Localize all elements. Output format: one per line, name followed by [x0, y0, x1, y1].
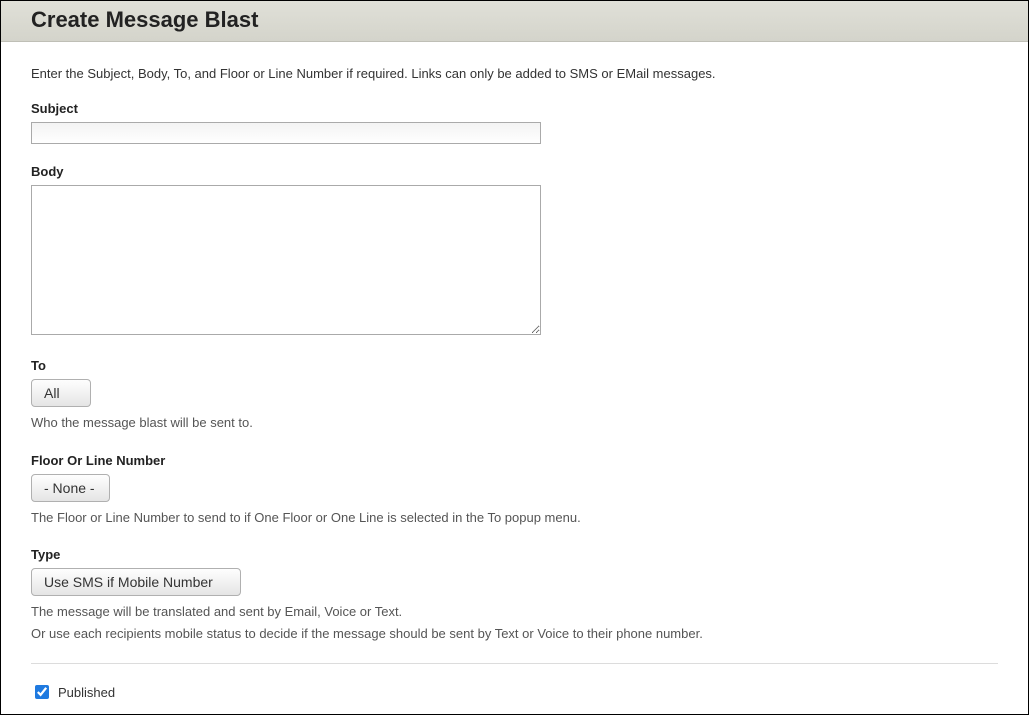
floor-select[interactable]: - None -	[31, 474, 110, 502]
type-help-text-2: Or use each recipients mobile status to …	[31, 624, 998, 644]
subject-field-group: Subject	[31, 101, 998, 144]
page-header: Create Message Blast	[1, 1, 1028, 42]
form-container: Enter the Subject, Body, To, and Floor o…	[1, 42, 1028, 715]
to-help-text: Who the message blast will be sent to.	[31, 413, 998, 433]
divider	[31, 663, 998, 664]
page-title: Create Message Blast	[31, 7, 998, 33]
floor-help-text: The Floor or Line Number to send to if O…	[31, 508, 998, 528]
floor-field-group: Floor Or Line Number - None - The Floor …	[31, 453, 998, 528]
published-checkbox[interactable]	[35, 685, 49, 699]
to-label: To	[31, 358, 998, 373]
body-field-group: Body	[31, 164, 998, 338]
subject-input[interactable]	[31, 122, 541, 144]
published-row: Published	[31, 682, 998, 702]
intro-text: Enter the Subject, Body, To, and Floor o…	[31, 66, 998, 81]
body-textarea[interactable]	[31, 185, 541, 335]
published-label[interactable]: Published	[58, 685, 115, 700]
to-select[interactable]: All	[31, 379, 91, 407]
type-field-group: Type Use SMS if Mobile Number The messag…	[31, 547, 998, 643]
to-field-group: To All Who the message blast will be sen…	[31, 358, 998, 433]
body-label: Body	[31, 164, 998, 179]
subject-label: Subject	[31, 101, 998, 116]
type-help-text-1: The message will be translated and sent …	[31, 602, 998, 622]
type-label: Type	[31, 547, 998, 562]
floor-label: Floor Or Line Number	[31, 453, 998, 468]
type-select[interactable]: Use SMS if Mobile Number	[31, 568, 241, 596]
